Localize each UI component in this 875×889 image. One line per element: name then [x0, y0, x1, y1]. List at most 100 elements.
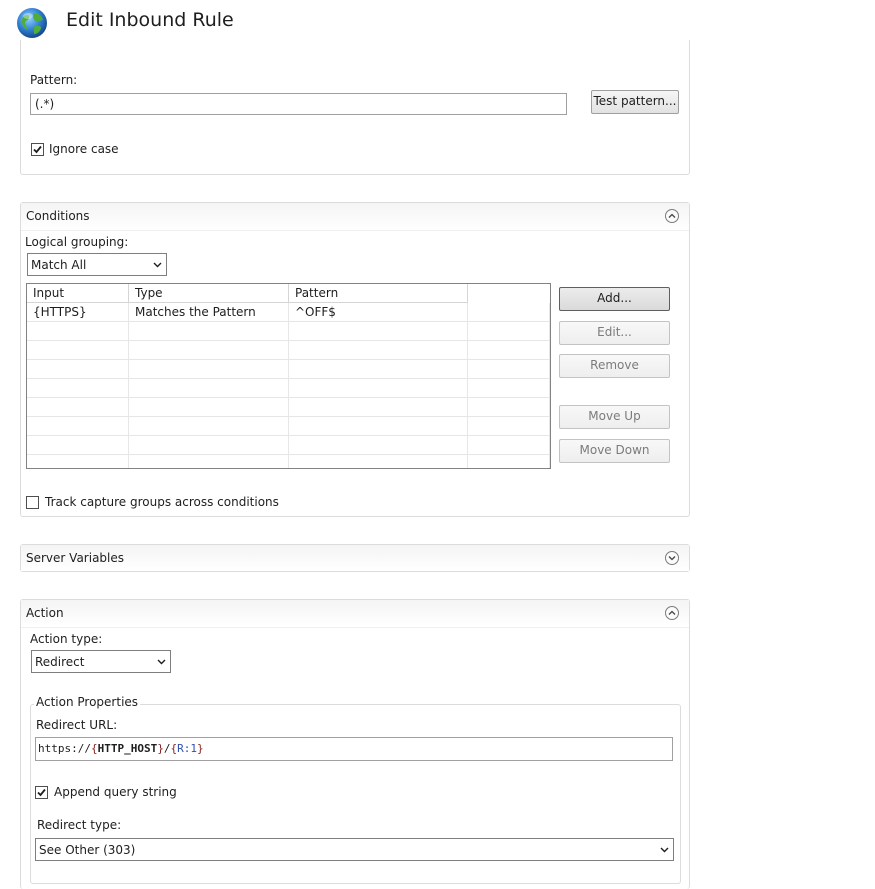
table-row [27, 322, 550, 341]
cell-input [27, 379, 129, 398]
cell-type [129, 379, 289, 398]
redirect-type-value: See Other (303) [39, 843, 136, 857]
cell-type [129, 341, 289, 360]
redirect-url-label: Redirect URL: [36, 718, 118, 732]
column-header-type[interactable]: Type [129, 284, 289, 303]
cell-pattern [289, 436, 468, 455]
cell-input [27, 341, 129, 360]
cell-type [129, 455, 289, 468]
cell-input [27, 417, 129, 436]
ignore-case-label: Ignore case [49, 142, 119, 156]
table-row [27, 360, 550, 379]
expand-server-variables-button[interactable] [665, 551, 679, 565]
column-header-pattern[interactable]: Pattern [289, 284, 468, 303]
action-title: Action [26, 606, 64, 620]
url-brace: } [196, 742, 204, 755]
logical-grouping-value: Match All [31, 258, 87, 272]
cell-filler [468, 455, 550, 468]
move-down-button[interactable]: Move Down [559, 439, 670, 463]
cell-filler [468, 417, 550, 436]
move-up-button[interactable]: Move Up [559, 405, 670, 429]
ignore-case-checkbox[interactable] [31, 143, 44, 156]
redirect-url-input[interactable]: https://{HTTP_HOST}/{R:1} [35, 737, 673, 761]
pattern-input[interactable] [30, 93, 567, 115]
server-variables-header[interactable]: Server Variables [21, 545, 689, 571]
server-variables-panel: Server Variables [20, 544, 690, 572]
cell-filler [468, 398, 550, 417]
cell-type [129, 417, 289, 436]
cell-type [129, 398, 289, 417]
table-row [27, 341, 550, 360]
table-row [27, 379, 550, 398]
logical-grouping-label: Logical grouping: [25, 235, 129, 249]
cell-filler [468, 379, 550, 398]
cell-input: {HTTPS} [27, 303, 129, 322]
cell-input [27, 455, 129, 468]
track-capture-label: Track capture groups across conditions [45, 495, 279, 509]
cell-pattern: ^OFF$ [289, 303, 468, 322]
url-brace: { [90, 742, 98, 755]
server-variables-title: Server Variables [26, 551, 125, 565]
cell-pattern [289, 455, 468, 468]
url-server-variable: HTTP_HOST [97, 742, 158, 755]
remove-condition-button[interactable]: Remove [559, 354, 670, 378]
cell-filler [468, 360, 550, 379]
cell-filler [468, 303, 550, 322]
table-row [27, 455, 550, 468]
page-title: Edit Inbound Rule [66, 9, 234, 31]
action-type-select[interactable]: Redirect [31, 650, 171, 673]
cell-pattern [289, 322, 468, 341]
cell-input [27, 322, 129, 341]
redirect-type-select[interactable]: See Other (303) [35, 838, 674, 861]
grid-header: Input Type Pattern [27, 284, 468, 303]
chevron-down-icon [668, 556, 676, 561]
globe-icon [16, 7, 48, 39]
action-properties-title: Action Properties [34, 695, 141, 709]
cell-input [27, 398, 129, 417]
edit-condition-button[interactable]: Edit... [559, 321, 670, 345]
column-header-input[interactable]: Input [27, 284, 129, 303]
redirect-type-label: Redirect type: [37, 818, 122, 832]
chevron-down-icon [157, 659, 166, 665]
checkmark-icon [33, 145, 42, 154]
logical-grouping-select[interactable]: Match All [27, 253, 167, 276]
cell-filler [468, 322, 550, 341]
table-row [27, 436, 550, 455]
cell-pattern [289, 398, 468, 417]
url-brace: } [157, 742, 164, 755]
url-scheme: https:// [38, 742, 91, 755]
action-header[interactable]: Action [21, 600, 689, 628]
collapse-conditions-button[interactable] [665, 209, 679, 223]
append-query-label: Append query string [54, 785, 177, 799]
cell-type [129, 360, 289, 379]
collapse-action-button[interactable] [665, 606, 679, 620]
table-row [27, 417, 550, 436]
cell-pattern [289, 341, 468, 360]
conditions-header[interactable]: Conditions [21, 203, 689, 231]
cell-type [129, 322, 289, 341]
table-row[interactable]: {HTTPS} Matches the Pattern ^OFF$ [27, 303, 550, 322]
cell-pattern [289, 360, 468, 379]
chevron-up-icon [668, 213, 676, 218]
conditions-grid[interactable]: Input Type Pattern {HTTPS} Matches the Pa… [26, 283, 551, 469]
action-type-label: Action type: [30, 632, 103, 646]
append-query-checkbox[interactable] [35, 786, 48, 799]
url-back-reference: R:1 [177, 742, 197, 755]
chevron-up-icon [668, 610, 676, 615]
cell-filler [468, 341, 550, 360]
cell-type [129, 436, 289, 455]
cell-input [27, 436, 129, 455]
conditions-title: Conditions [26, 209, 90, 223]
redirect-url-value: https://{HTTP_HOST}/{R:1} [38, 742, 204, 755]
action-type-value: Redirect [35, 655, 85, 669]
add-condition-button[interactable]: Add... [559, 287, 670, 311]
test-pattern-button[interactable]: Test pattern... [591, 90, 679, 114]
cell-pattern [289, 417, 468, 436]
cell-filler [468, 436, 550, 455]
cell-type: Matches the Pattern [129, 303, 289, 322]
cell-input [27, 360, 129, 379]
checkmark-icon [37, 788, 46, 797]
chevron-down-icon [153, 262, 162, 268]
track-capture-checkbox[interactable] [26, 496, 39, 509]
pattern-label: Pattern: [30, 73, 78, 87]
